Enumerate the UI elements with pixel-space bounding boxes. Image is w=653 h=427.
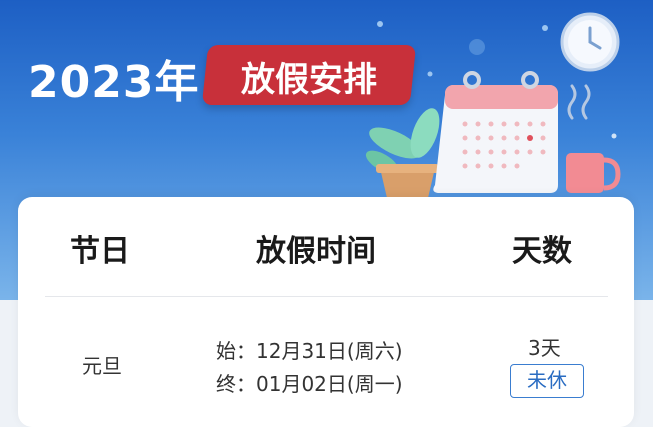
start-date: 始：12月31日(周六)	[216, 339, 403, 363]
holiday-name: 元旦	[82, 354, 122, 378]
clock-icon	[560, 12, 620, 72]
status-badge: 未休	[510, 364, 584, 398]
plant-icon	[365, 108, 440, 198]
column-header-period: 放假时间	[256, 234, 376, 269]
day-count: 3天	[528, 336, 561, 360]
column-header-holiday: 节日	[70, 234, 130, 269]
end-date: 终：01月02日(周一)	[216, 372, 403, 396]
title-tag: 放假安排	[241, 60, 377, 100]
year-title: 2023年	[28, 57, 200, 108]
column-header-days: 天数	[512, 234, 572, 269]
header-divider	[45, 296, 608, 297]
calendar-icon	[433, 71, 558, 193]
mug-icon	[566, 84, 621, 193]
